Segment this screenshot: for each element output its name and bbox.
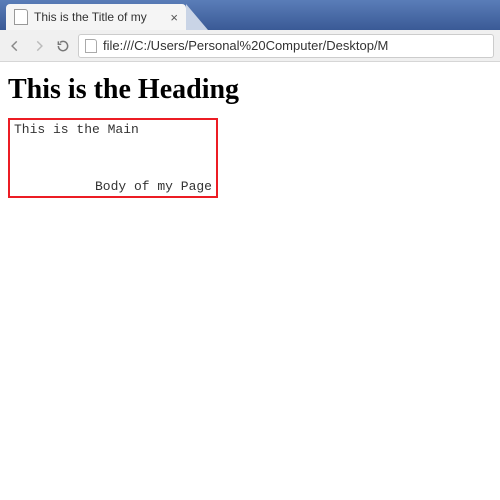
main-body-box: This is the Main Body of my Page	[8, 118, 218, 198]
tab-title: This is the Title of my	[34, 10, 147, 24]
page-heading: This is the Heading	[8, 74, 492, 106]
address-bar[interactable]: file:///C:/Users/Personal%20Computer/Des…	[78, 34, 494, 58]
tab-strip: This is the Title of my ×	[0, 0, 500, 30]
page-icon	[85, 39, 97, 53]
url-text: file:///C:/Users/Personal%20Computer/Des…	[103, 38, 388, 53]
back-button[interactable]	[6, 37, 24, 55]
browser-tab[interactable]: This is the Title of my ×	[6, 4, 186, 30]
reload-button[interactable]	[54, 37, 72, 55]
main-body-line1: This is the Main	[14, 122, 139, 137]
close-icon[interactable]: ×	[170, 10, 178, 25]
forward-button[interactable]	[30, 37, 48, 55]
main-body-line2: Body of my Page	[95, 179, 212, 194]
browser-toolbar: file:///C:/Users/Personal%20Computer/Des…	[0, 30, 500, 62]
page-viewport: This is the Heading This is the Main Bod…	[0, 62, 500, 204]
